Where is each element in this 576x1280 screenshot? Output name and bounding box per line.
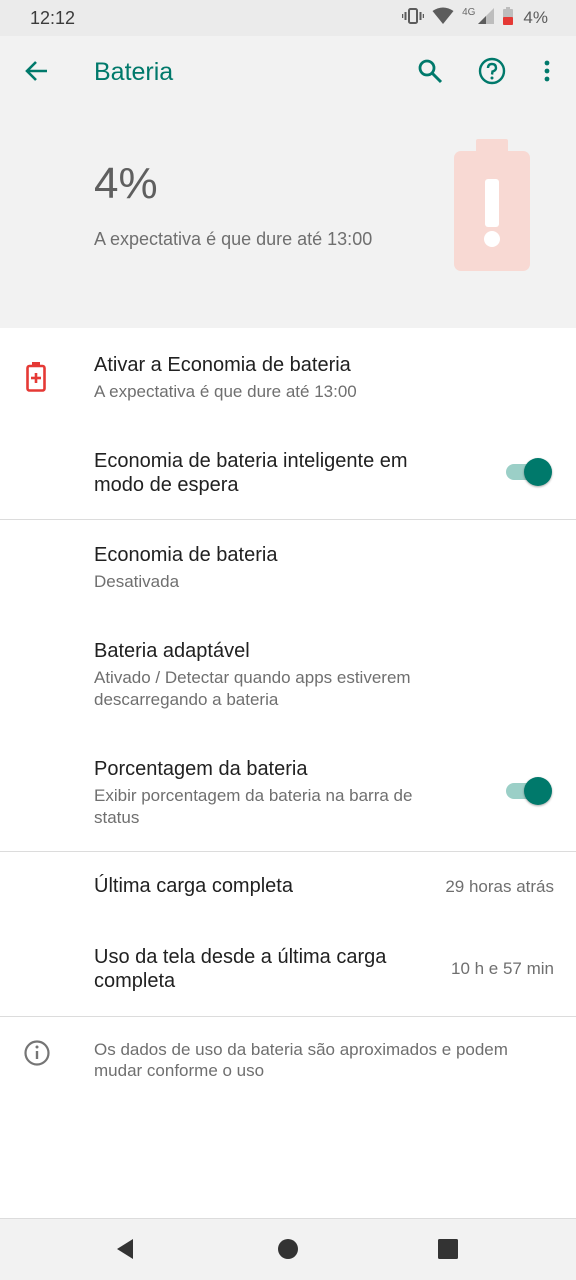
nav-recents-icon <box>438 1238 458 1264</box>
last-full-charge-title: Última carga completa <box>94 875 293 897</box>
nav-home-button[interactable] <box>273 1236 303 1266</box>
battery-saver-title: Economia de bateria <box>94 544 278 566</box>
navigation-bar <box>0 1218 576 1280</box>
screen-usage-title-line2: completa <box>94 970 176 992</box>
last-full-charge-row: Última carga completa 29 horas atrás <box>0 852 576 922</box>
wifi-icon <box>432 7 454 30</box>
smart-standby-toggle[interactable] <box>506 457 552 487</box>
adaptive-battery-subtitle-line1: Ativado / Detectar quando apps estiverem <box>94 668 411 687</box>
smart-standby-title-line2: modo de espera <box>94 474 239 496</box>
battery-estimate: A expectativa é que dure até 13:00 <box>94 229 373 249</box>
battery-saver-suggestion-subtitle: A expectativa é que dure até 13:00 <box>94 382 357 401</box>
battery-percentage-toggle[interactable] <box>506 776 552 806</box>
page-title: Bateria <box>94 58 174 86</box>
battery-saver-row[interactable]: Economia de bateria Desativada <box>0 520 576 615</box>
battery-icon <box>503 6 514 30</box>
adaptive-battery-subtitle-line2: descarregando a bateria <box>94 690 279 709</box>
info-icon <box>23 1039 51 1072</box>
back-button[interactable] <box>20 56 54 90</box>
toggle-thumb <box>524 777 552 805</box>
back-arrow-icon <box>24 58 50 89</box>
vibrate-icon <box>401 7 425 30</box>
last-full-charge-value: 29 horas atrás <box>445 877 554 896</box>
adaptive-battery-title: Bateria adaptável <box>94 640 250 662</box>
screen-usage-value: 10 h e 57 min <box>450 959 554 978</box>
nav-home-icon <box>277 1238 299 1265</box>
network-type-label: 4G <box>462 6 476 18</box>
screen-usage-title-line1: Uso da tela desde a última carga <box>94 946 387 968</box>
battery-percentage-subtitle-line1: Exibir porcentagem da bateria na barra d… <box>94 786 413 805</box>
nav-back-button[interactable] <box>110 1236 140 1266</box>
battery-header: Bateria 4% A expectativa é que dure até … <box>0 36 576 328</box>
battery-usage-info-line2: mudar conforme o uso <box>94 1061 265 1080</box>
battery-percentage-row[interactable]: Porcentagem da bateria Exibir porcentage… <box>0 733 576 851</box>
smart-standby-title-line1: Economia de bateria inteligente em <box>94 450 408 472</box>
battery-saver-suggestion[interactable]: Ativar a Economia de bateria A expectati… <box>0 328 576 424</box>
battery-warning-graphic <box>454 139 530 276</box>
status-battery-percent: 4% <box>523 8 548 27</box>
battery-usage-info: Os dados de uso da bateria são aproximad… <box>0 1017 576 1107</box>
signal-icon <box>477 7 495 30</box>
smart-standby-saver-row[interactable]: Economia de bateria inteligente em modo … <box>0 424 576 519</box>
battery-percentage-title: Porcentagem da bateria <box>94 758 308 780</box>
help-button[interactable] <box>475 56 509 90</box>
status-icons: 4G 4% <box>401 6 548 30</box>
nav-recents-button[interactable] <box>433 1236 463 1266</box>
battery-usage-info-line1: Os dados de uso da bateria são aproximad… <box>94 1040 508 1059</box>
status-bar: 12:12 4G 4% <box>0 0 576 36</box>
nav-back-icon <box>115 1238 135 1265</box>
search-button[interactable] <box>413 56 447 90</box>
adaptive-battery-row[interactable]: Bateria adaptável Ativado / Detectar qua… <box>0 615 576 733</box>
battery-percentage-subtitle-line2: status <box>94 808 140 827</box>
more-vert-icon <box>543 59 551 88</box>
help-icon <box>478 57 506 90</box>
status-time: 12:12 <box>30 8 76 28</box>
more-options-button[interactable] <box>530 56 564 90</box>
battery-saver-suggestion-title: Ativar a Economia de bateria <box>94 354 351 376</box>
toggle-thumb <box>524 458 552 486</box>
battery-level: 4% <box>94 159 158 208</box>
battery-alert-icon <box>26 362 46 397</box>
battery-saver-status: Desativada <box>94 572 180 591</box>
screen-usage-row: Uso da tela desde a última carga complet… <box>0 922 576 1016</box>
search-icon <box>417 58 443 89</box>
